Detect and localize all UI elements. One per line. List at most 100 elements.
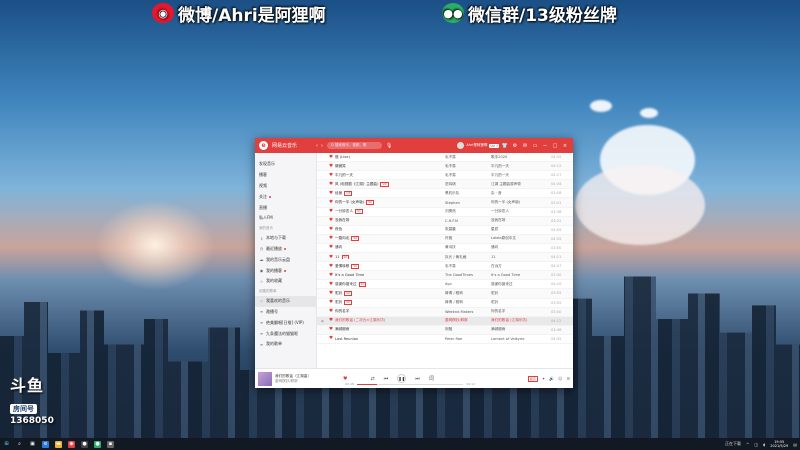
like-heart-icon[interactable]: ♥	[327, 255, 335, 260]
sidebar-item[interactable]: 视频	[255, 181, 316, 192]
song-album[interactable]: Lament of Valkyrie	[491, 337, 551, 341]
like-heart-icon[interactable]: ♥	[327, 191, 335, 196]
song-artist[interactable]: 刘昊然	[445, 209, 491, 214]
song-artist[interactable]: 许嵩	[445, 236, 491, 241]
task-view-icon[interactable]: ▣	[29, 441, 36, 448]
song-album[interactable]: 感谢你曾来过	[491, 282, 551, 287]
song-row[interactable]: ♥ 你的名字 Weeknd Makers 你的名字 03:40	[317, 307, 573, 317]
app-taskbar-icon[interactable]: ▪	[107, 440, 114, 448]
song-title[interactable]: 爱情转移	[335, 264, 349, 268]
song-artist[interactable]: 蒋倩 / 程响	[445, 300, 491, 305]
sidebar-item[interactable]: 播客	[255, 170, 316, 181]
song-artist[interactable]: The GoodTimes	[445, 273, 491, 277]
song-artist[interactable]: 张碧晨	[445, 227, 491, 232]
search-input[interactable]: Q 搜索音乐，视频，歌	[327, 142, 382, 149]
folder-icon[interactable]: ▬	[55, 440, 62, 448]
netease-taskbar-icon[interactable]: ◉	[68, 440, 75, 448]
song-artist[interactable]: Peter Roe	[445, 337, 491, 341]
volume-tray-icon[interactable]: ◖	[763, 442, 765, 447]
edge-icon[interactable]: e	[42, 440, 49, 448]
song-album[interactable]: 没我在场	[491, 218, 551, 223]
song-row[interactable]: ♥ 11 SQ 队长 / 黄礼格 11 04:21	[317, 253, 573, 263]
obs-icon[interactable]: ●	[81, 440, 88, 448]
like-heart-icon[interactable]: ♥	[327, 236, 335, 241]
sidebar-item[interactable]: ♡ 我喜欢的音乐	[255, 295, 316, 307]
song-title[interactable]: 驼铃	[335, 300, 342, 304]
song-row[interactable]: ♥ 一路向北 SQ 许嵩 Lalala原创中文 04:55	[317, 234, 573, 244]
song-row[interactable]: ♥ 满城烟雨 祝融 满城烟雨 03:48	[317, 325, 573, 335]
song-title-cell[interactable]: 平凡的一天	[335, 173, 445, 178]
song-row[interactable]: ◀ ♥ 我们的歌谣 (二次元×江湖乐坊) 墨明棋妙/胖胖 我们的歌谣 (江湖乐坊) 04:…	[317, 316, 573, 326]
song-artist[interactable]: 毛不易	[445, 264, 491, 269]
song-title-cell[interactable]: 经营 VIP	[335, 190, 445, 196]
song-row[interactable]: ♥ 平凡的一天 毛不易 平凡的一天 04:27	[317, 171, 573, 181]
song-artist[interactable]: Weeknd Makers	[445, 310, 491, 314]
song-row[interactable]: ♥ 驼铃 SQ 蒋倩 / 程响 驼铃 03:55	[317, 299, 573, 308]
song-title[interactable]: 微微笑	[335, 164, 346, 168]
song-album[interactable]: It's a Good Time	[491, 273, 551, 277]
song-title-cell[interactable]: 夜色	[335, 227, 445, 232]
forward-arrow-icon[interactable]: ›	[321, 143, 323, 149]
song-row[interactable]: ♥ 夜色 张碧晨 星辰 04:05	[317, 226, 573, 235]
song-title[interactable]: 驼铃	[335, 291, 342, 295]
mail-icon[interactable]: ✉	[521, 143, 529, 149]
song-row[interactable]: ♥ Last Reunion Peter Roe Lament of Valkyrie…	[317, 335, 573, 344]
song-title[interactable]: 经营	[335, 191, 342, 195]
tray-text[interactable]: 正在下载	[725, 441, 741, 447]
sidebar-item[interactable]: 私人FM	[255, 213, 316, 224]
song-artist[interactable]: Ayo	[445, 282, 491, 286]
song-title-cell[interactable]: 一分钟恋人 SQ	[335, 209, 445, 215]
close-icon[interactable]: ×	[561, 143, 569, 149]
song-artist[interactable]: 黑豹乐队	[445, 191, 491, 196]
song-title-cell[interactable]: 没我在场	[335, 218, 445, 223]
song-title-cell[interactable]: 感谢你曾来过 SQ	[335, 281, 445, 287]
song-title[interactable]: 通向	[335, 245, 342, 249]
clock[interactable]: 19:55 2021/5/29	[770, 440, 788, 448]
maximize-icon[interactable]: □	[551, 143, 559, 149]
song-title[interactable]: 你的名字	[335, 309, 349, 313]
song-title-cell[interactable]: 我们的歌谣 (二次元×江湖乐坊)	[335, 318, 445, 323]
song-album[interactable]: 满城烟雨	[491, 327, 551, 332]
song-row[interactable]: ♥ It's a Good Time The GoodTimes It's a Goo…	[317, 271, 573, 281]
settings-icon[interactable]: ⚙	[511, 143, 519, 149]
sidebar-item[interactable]: ≡ 绝美翻唱[日推] (VIP)	[255, 317, 316, 328]
like-heart-icon[interactable]: ♥	[327, 227, 335, 232]
mini-mode-icon[interactable]: ▭	[531, 143, 539, 149]
like-heart-icon[interactable]: ♥	[327, 336, 335, 341]
sidebar-item[interactable]: 关注	[255, 191, 316, 202]
song-title[interactable]: 我们的歌谣 (二次元×江湖乐坊)	[335, 318, 385, 322]
sidebar-item[interactable]: ◉ 我的播客	[255, 265, 316, 276]
song-title[interactable]: 一分钟恋人	[335, 209, 353, 213]
song-row[interactable]: ♥ 通向 黄诗扶 通向 03:50	[317, 244, 573, 254]
sidebar-item[interactable]: 发现音乐	[255, 159, 316, 170]
like-heart-icon[interactable]: ♥	[327, 318, 335, 323]
song-title[interactable]: 夜色	[335, 227, 342, 231]
network-icon[interactable]: ◫	[754, 442, 758, 447]
like-heart-icon[interactable]: ♥	[327, 300, 335, 305]
song-title-cell[interactable]: 一路向北 SQ	[335, 236, 445, 242]
lyrics-icon[interactable]: 词	[429, 375, 434, 382]
like-heart-icon[interactable]: ♥	[327, 218, 335, 223]
song-title[interactable]: 风 (电视剧《江湖》主题曲)	[335, 182, 378, 186]
shuffle-icon[interactable]: ⇄	[370, 376, 374, 382]
song-title-cell[interactable]: 微微笑	[335, 164, 445, 169]
song-album[interactable]: 星辰	[491, 227, 551, 232]
like-heart-icon[interactable]: ♥	[343, 376, 347, 382]
song-artist[interactable]: 范玮琪	[445, 182, 491, 187]
song-album[interactable]: 我们的歌谣 (江湖乐坊)	[491, 318, 551, 323]
song-artist[interactable]: 蒋倩 / 程响	[445, 291, 491, 296]
sidebar-item[interactable]: ≡ 九条魔法的猫猫呢	[255, 328, 316, 339]
tray-arrow-icon[interactable]: ^	[746, 442, 749, 447]
song-album[interactable]: 一分钟恋人	[491, 209, 551, 214]
like-heart-icon[interactable]: ♥	[327, 209, 335, 214]
song-title-cell[interactable]: 驼铃 SQ	[335, 290, 445, 296]
song-album[interactable]: 平凡的一天	[491, 164, 551, 169]
song-title[interactable]: Last Reunion	[335, 337, 358, 341]
song-title-cell[interactable]: 你的一半 (女声版) SQ	[335, 200, 445, 206]
mic-icon[interactable]: 🎙	[386, 143, 392, 149]
sidebar-item[interactable]: ≡ 邀播号	[255, 307, 316, 318]
like-heart-icon[interactable]: ♥	[327, 164, 335, 169]
song-title-cell[interactable]: 风 (电视剧《江湖》主题曲) VIP	[335, 181, 445, 187]
like-heart-icon[interactable]: ♥	[327, 282, 335, 287]
windows-start-icon[interactable]: ⊞	[3, 441, 10, 448]
